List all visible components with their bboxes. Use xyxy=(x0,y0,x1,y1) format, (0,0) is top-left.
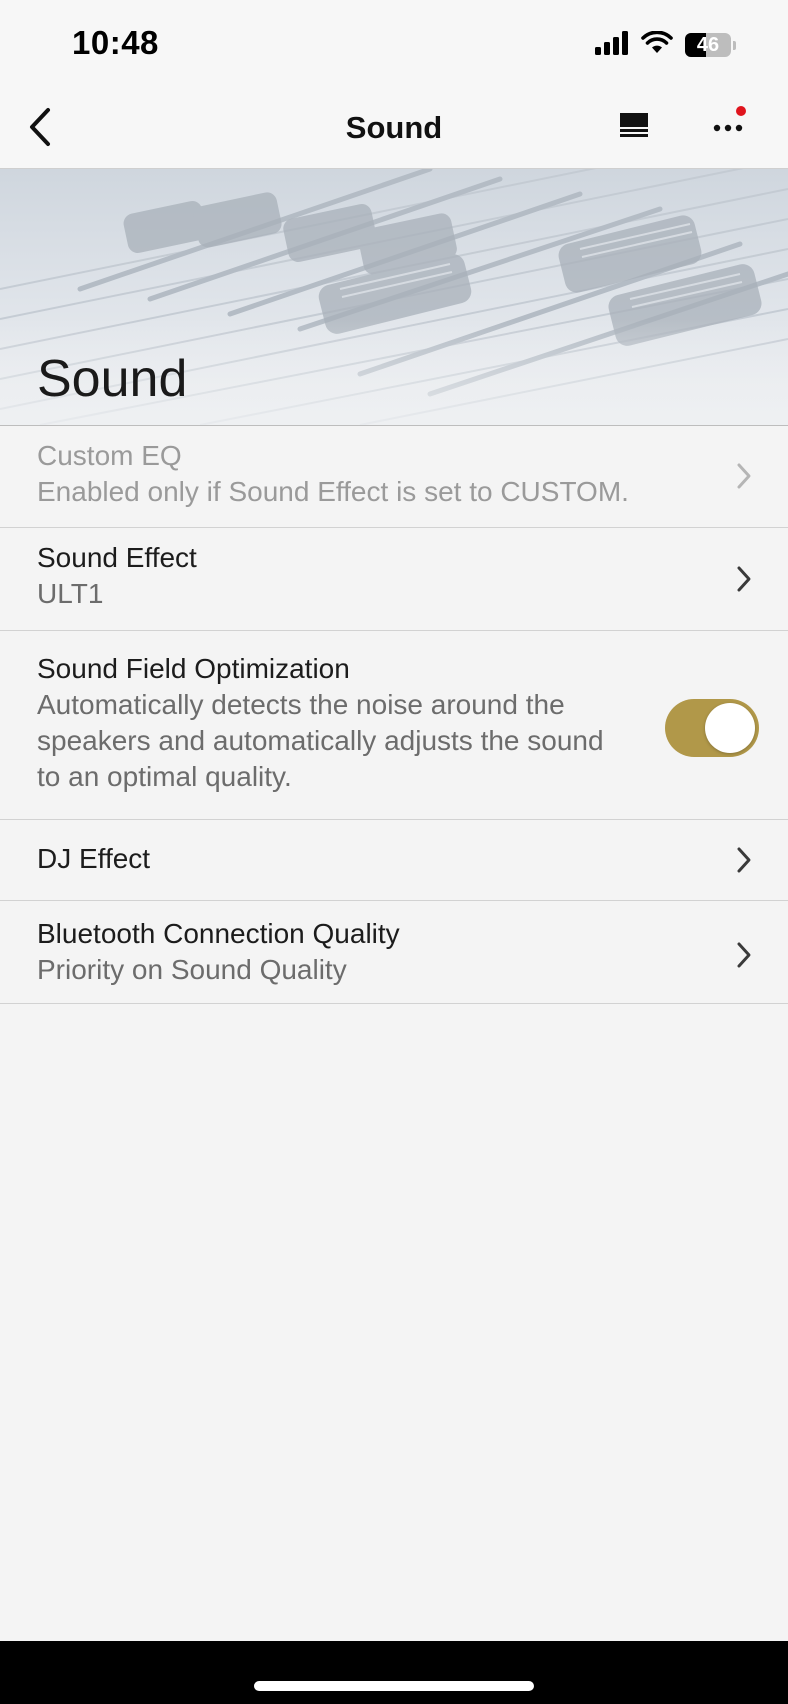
more-icon xyxy=(713,119,743,137)
dj-effect-row[interactable]: DJ Effect xyxy=(0,820,788,901)
row-text: Sound Field Optimization Automatically d… xyxy=(37,651,604,795)
menu-icon xyxy=(620,112,648,144)
signal-icon xyxy=(595,30,629,60)
toggle-knob xyxy=(705,703,755,753)
navigation-bar: Sound xyxy=(0,90,788,169)
sound-effect-row[interactable]: Sound Effect ULT1 xyxy=(0,528,788,631)
more-options-button[interactable] xyxy=(706,106,750,150)
hero-title: Sound xyxy=(37,350,188,408)
status-time: 10:48 xyxy=(72,24,159,61)
row-subtitle: ULT1 xyxy=(37,578,104,609)
row-subtitle: Enabled only if Sound Effect is set to C… xyxy=(37,476,629,507)
chevron-right-icon xyxy=(732,938,756,972)
battery-level: 46 xyxy=(696,34,720,56)
sound-field-optimization-toggle[interactable] xyxy=(665,699,759,757)
row-subtitle: Priority on Sound Quality xyxy=(37,954,347,985)
row-description-line: Automatically detects the noise around t… xyxy=(37,689,565,720)
row-description-line: speakers and automatically adjusts the s… xyxy=(37,725,604,756)
home-bar-area xyxy=(0,1641,788,1704)
battery-icon: 46 xyxy=(685,33,731,57)
row-title: DJ Effect xyxy=(37,843,151,874)
custom-eq-row[interactable]: Custom EQ Enabled only if Sound Effect i… xyxy=(0,426,788,528)
bluetooth-connection-quality-row[interactable]: Bluetooth Connection Quality Priority on… xyxy=(0,901,788,1004)
row-text: Sound Effect ULT1 xyxy=(37,540,197,612)
row-text: Custom EQ Enabled only if Sound Effect i… xyxy=(37,438,629,510)
page-title: Sound xyxy=(345,110,443,145)
row-title: Custom EQ xyxy=(37,440,182,471)
row-text: DJ Effect xyxy=(37,841,150,877)
chevron-right-icon xyxy=(732,459,756,493)
home-indicator[interactable] xyxy=(254,1681,534,1691)
chevron-right-icon xyxy=(732,843,756,877)
chevron-right-icon xyxy=(732,562,756,596)
battery-cap xyxy=(733,40,736,50)
menu-button[interactable] xyxy=(612,106,656,150)
wifi-icon xyxy=(641,30,673,60)
row-title: Sound Effect xyxy=(37,542,197,573)
settings-list: Custom EQ Enabled only if Sound Effect i… xyxy=(0,426,788,1004)
row-title: Bluetooth Connection Quality xyxy=(37,918,400,949)
status-bar: 10:48 46 xyxy=(0,0,788,90)
hero-banner: Sound xyxy=(0,169,788,426)
notification-dot xyxy=(736,106,746,116)
row-description-line: to an optimal quality. xyxy=(37,761,292,792)
row-title: Sound Field Optimization xyxy=(37,653,350,684)
status-icons: 46 xyxy=(595,30,736,60)
row-text: Bluetooth Connection Quality Priority on… xyxy=(37,916,400,988)
sound-field-optimization-row: Sound Field Optimization Automatically d… xyxy=(0,631,788,820)
